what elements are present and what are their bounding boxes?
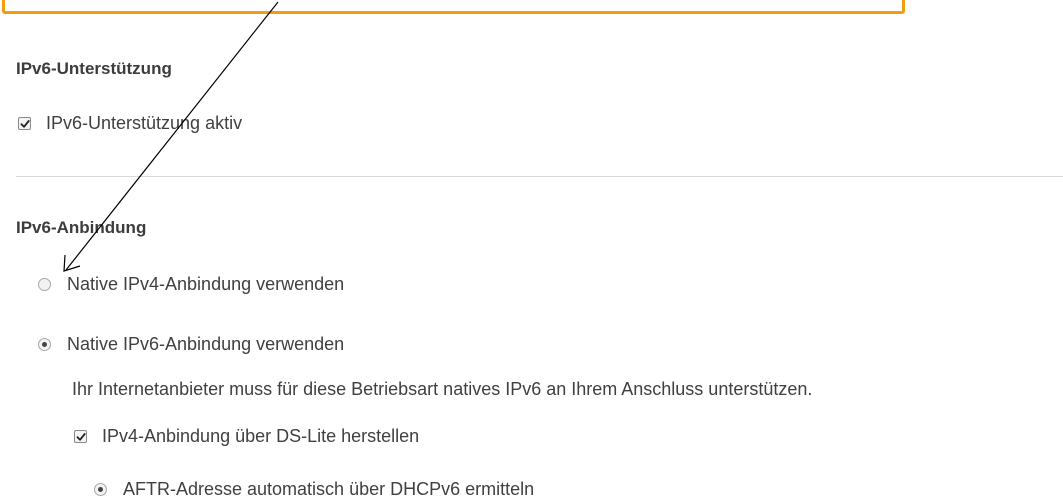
ipv6-support-checkbox[interactable]	[18, 117, 31, 130]
radio-native-ipv6-label: Native IPv6-Anbindung verwenden	[67, 334, 345, 354]
radio-aftr-auto[interactable]	[94, 483, 107, 496]
radio-dot-icon	[42, 342, 47, 347]
radio-native-ipv6[interactable]	[38, 338, 51, 351]
radio-native-ipv6-row[interactable]: Native IPv6-Anbindung verwenden	[38, 334, 344, 355]
ds-lite-checkbox-label: IPv4-Anbindung über DS-Lite herstellen	[102, 426, 420, 446]
ipv6-support-checkbox-row[interactable]: IPv6-Unterstützung aktiv	[18, 113, 242, 134]
radio-aftr-auto-row[interactable]: AFTR-Adresse automatisch über DHCPv6 erm…	[94, 479, 534, 500]
ds-lite-checkbox[interactable]	[74, 430, 87, 443]
radio-native-ipv4-row[interactable]: Native IPv4-Anbindung verwenden	[38, 274, 344, 295]
ds-lite-checkbox-row[interactable]: IPv4-Anbindung über DS-Lite herstellen	[74, 426, 419, 447]
radio-dot-icon	[98, 487, 103, 492]
radio-aftr-auto-label: AFTR-Adresse automatisch über DHCPv6 erm…	[123, 479, 535, 499]
annotation-callout-box	[2, 0, 905, 14]
checkmark-icon	[76, 432, 86, 441]
native-ipv6-hint-text: Ihr Internetanbieter muss für diese Betr…	[72, 379, 813, 399]
radio-native-ipv4-label: Native IPv4-Anbindung verwenden	[67, 274, 345, 294]
radio-native-ipv4[interactable]	[38, 278, 51, 291]
ipv6-support-heading: IPv6-Unterstützung	[16, 59, 172, 78]
ipv6-connection-heading: IPv6-Anbindung	[16, 218, 147, 237]
section-divider	[16, 176, 1063, 177]
ipv6-support-checkbox-label: IPv6-Unterstützung aktiv	[46, 113, 243, 133]
checkmark-icon	[20, 119, 30, 128]
